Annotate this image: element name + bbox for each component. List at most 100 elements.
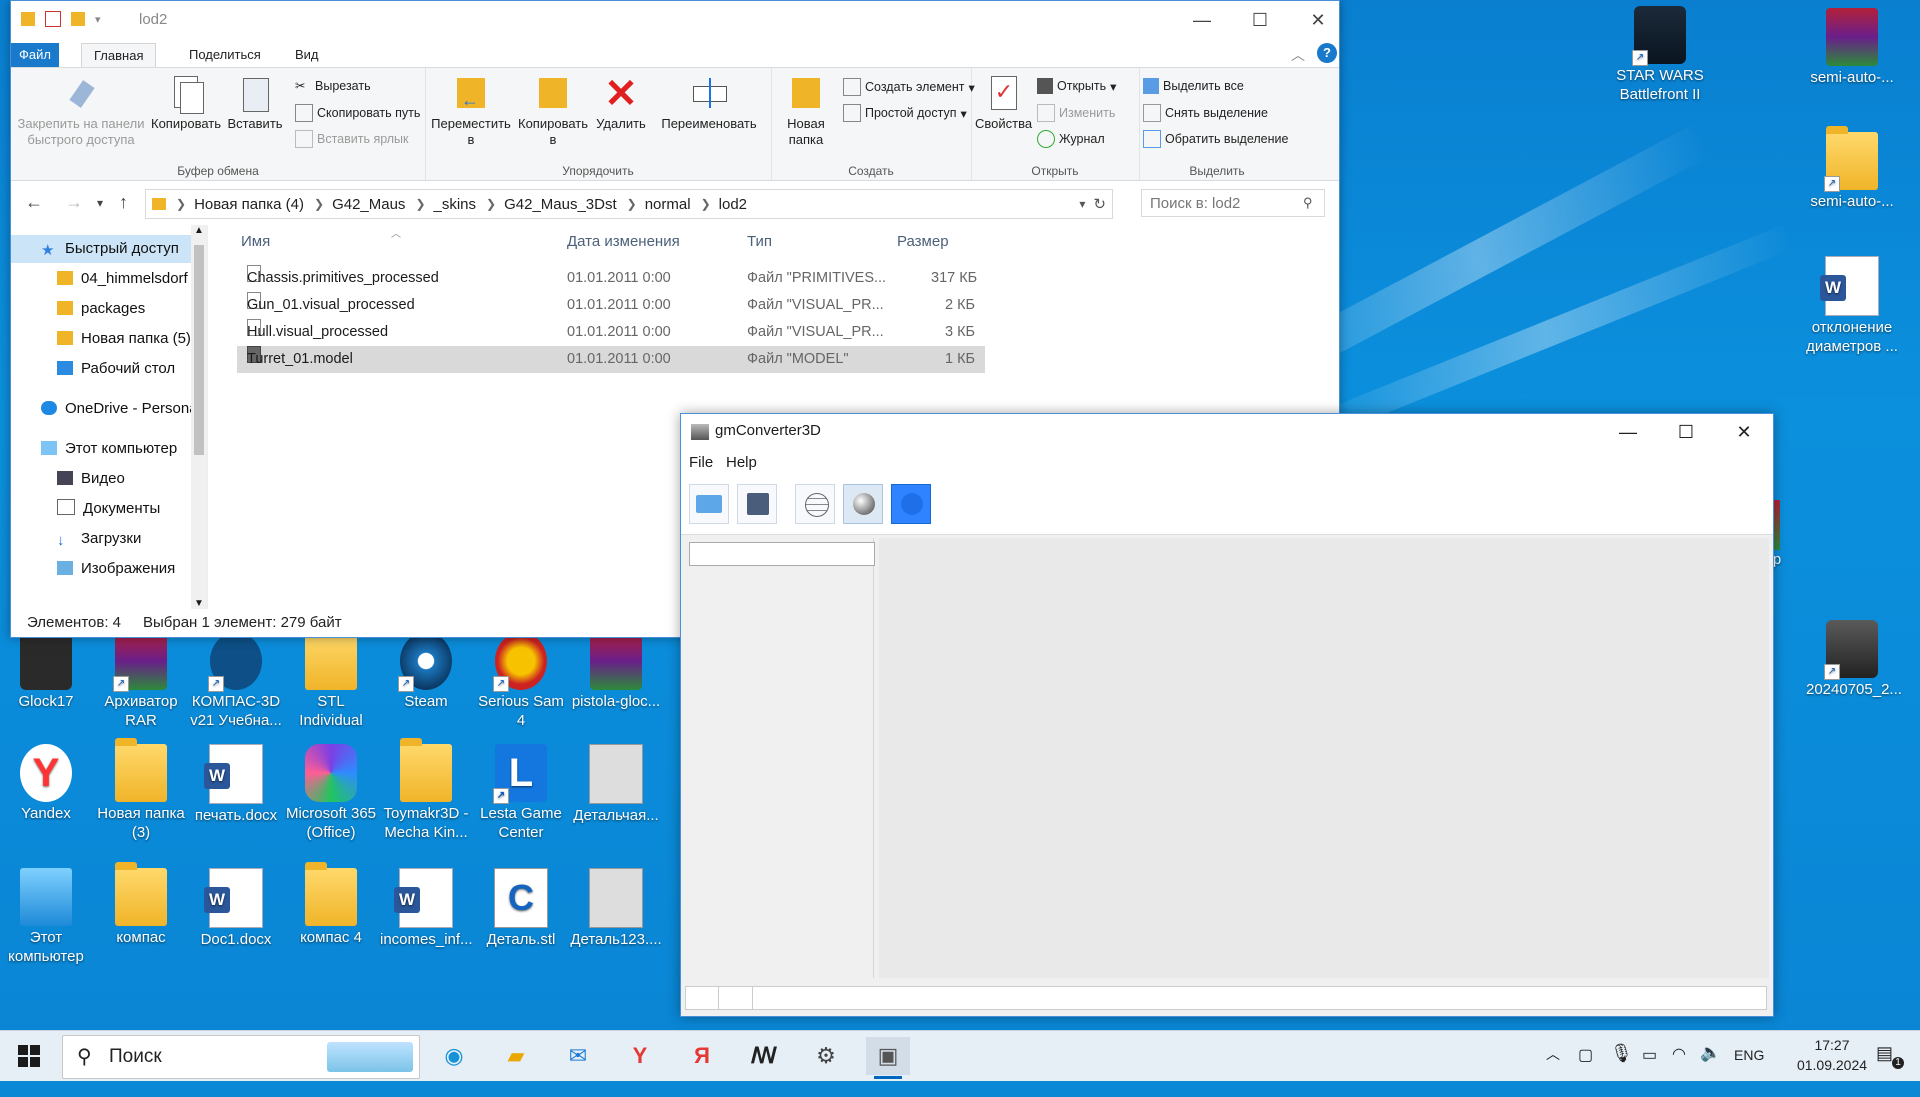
column-header-size[interactable]: Размер: [897, 233, 949, 250]
help-icon[interactable]: ?: [1317, 43, 1337, 63]
desktop-icon-semi-auto-shortcut[interactable]: ↗ semi-auto-...: [1806, 126, 1898, 211]
nav-this-pc[interactable]: Этот компьютер: [11, 435, 207, 463]
tab-share[interactable]: Поделиться: [177, 43, 273, 67]
column-header-type[interactable]: Тип: [747, 233, 772, 250]
nav-04-himmelsdorf[interactable]: 04_himmelsdorf: [11, 265, 207, 293]
column-header-date[interactable]: Дата изменения: [567, 233, 680, 250]
history-button[interactable]: Журнал: [1037, 130, 1105, 148]
desktop-icon-stl-individual[interactable]: STL Individual: [285, 626, 377, 730]
desktop-icon-print-docx[interactable]: печать.docx: [190, 744, 282, 825]
desktop-icon-star-wars[interactable]: ↗ STAR WARS Battlefront II: [1614, 6, 1706, 104]
nav-onedrive[interactable]: OneDrive - Personal: [11, 395, 207, 423]
battery-icon[interactable]: ▭: [1642, 1045, 1657, 1095]
scroll-down-icon[interactable]: ▼: [194, 598, 204, 609]
nav-quick-access[interactable]: ★ Быстрый доступ: [11, 235, 207, 263]
recent-locations-chevron-icon[interactable]: ▾: [97, 196, 103, 210]
3d-viewport[interactable]: [879, 538, 1769, 978]
desktop-icon-incomes[interactable]: incomes_inf...: [380, 868, 473, 949]
settings-gear-icon[interactable]: ⚙: [804, 1037, 848, 1075]
volume-icon[interactable]: 🔈: [1700, 1043, 1721, 1093]
open-file-button[interactable]: [689, 484, 729, 524]
nav-downloads[interactable]: ↓ Загрузки: [11, 525, 207, 553]
breadcrumb-skins[interactable]: _skins: [434, 196, 477, 213]
open-button[interactable]: Открыть ▾: [1037, 78, 1116, 94]
select-all-button[interactable]: Выделить все: [1143, 78, 1244, 94]
file-row[interactable]: Chassis.primitives_processed 01.01.2011 …: [237, 265, 985, 292]
up-arrow-icon[interactable]: ↑: [119, 192, 128, 213]
desktop-icon-serious-sam[interactable]: ↗ Serious Sam 4: [475, 632, 567, 730]
desktop-icon-detal-stl[interactable]: C Деталь.stl: [475, 868, 567, 949]
easy-access-button[interactable]: Простой доступ ▾: [843, 104, 967, 122]
object-filter-input[interactable]: [689, 542, 875, 566]
invert-selection-button[interactable]: Обратить выделение: [1143, 130, 1288, 148]
copy-to-button[interactable]: Копировать в: [515, 74, 591, 148]
new-item-button[interactable]: Создать элемент ▾: [843, 78, 975, 96]
nav-desktop[interactable]: Рабочий стол: [11, 355, 207, 383]
select-none-button[interactable]: Снять выделение: [1143, 104, 1268, 122]
wifi-icon[interactable]: ◠: [1672, 1044, 1686, 1094]
rename-button[interactable]: Переименовать: [653, 74, 765, 132]
file-row-selected[interactable]: Turret_01.model 01.01.2011 0:00 Файл "MO…: [237, 346, 985, 373]
kompas-taskbar-icon[interactable]: ꟿ: [742, 1037, 786, 1075]
nav-scrollbar[interactable]: ▲ ▼: [191, 225, 207, 609]
copy-path-button[interactable]: Скопировать путь: [295, 104, 420, 122]
delete-button[interactable]: ✕ Удалить: [593, 74, 649, 132]
desktop-icon-20240705[interactable]: ↗ 20240705_2...: [1806, 620, 1902, 699]
edge-icon[interactable]: ◉: [432, 1037, 476, 1075]
shaded-button[interactable]: [843, 484, 883, 524]
gmconverter-taskbar-icon[interactable]: ▣: [866, 1037, 910, 1079]
move-to-button[interactable]: ← Переместить в: [431, 74, 511, 148]
breadcrumb-normal[interactable]: normal: [645, 196, 691, 213]
color-button[interactable]: [891, 484, 931, 524]
new-folder-button[interactable]: Новая папка: [775, 74, 837, 148]
nav-videos[interactable]: Видео: [11, 465, 207, 493]
tab-home[interactable]: Главная: [81, 43, 157, 68]
close-button[interactable]: ✕: [1289, 1, 1347, 39]
minimize-button[interactable]: —: [1173, 1, 1231, 39]
desktop-icon-kompas-folder[interactable]: компас: [95, 862, 187, 947]
nav-documents[interactable]: Документы: [11, 495, 207, 523]
desktop-icon-pistola[interactable]: pistola-gloc...: [570, 632, 662, 711]
column-header-name[interactable]: Имя: [241, 233, 270, 250]
desktop-icon-new-folder-3[interactable]: Новая папка (3): [95, 738, 187, 842]
language-indicator[interactable]: ENG: [1734, 1047, 1764, 1097]
desktop-icon-microsoft-365[interactable]: Microsoft 365 (Office): [285, 744, 377, 842]
desktop-icon-toymakr[interactable]: Toymakr3D - Mecha Kin...: [380, 738, 472, 842]
minimize-button[interactable]: —: [1599, 414, 1657, 450]
desktop-icon-yandex[interactable]: Y Yandex: [0, 744, 92, 823]
desktop-icon-detal123[interactable]: Деталь123....: [570, 868, 662, 949]
mail-icon[interactable]: ✉: [556, 1037, 600, 1075]
desktop-icon-semi-auto-rar[interactable]: semi-auto-...: [1806, 8, 1898, 87]
windows-start-icon[interactable]: [18, 1045, 40, 1067]
close-button[interactable]: ✕: [1715, 414, 1773, 450]
maximize-button[interactable]: ☐: [1657, 414, 1715, 450]
properties-icon[interactable]: [45, 11, 61, 27]
breadcrumb-g42-maus[interactable]: G42_Maus: [332, 196, 405, 213]
chevron-up-icon[interactable]: ︿: [1291, 45, 1305, 65]
yandex-browser-icon[interactable]: Y: [618, 1037, 662, 1075]
chevron-down-icon[interactable]: ▾: [95, 13, 101, 26]
file-explorer-icon[interactable]: ▰: [494, 1037, 538, 1075]
desktop-icon-lesta[interactable]: L ↗ Lesta Game Center: [475, 744, 567, 842]
desktop-icon-kompas[interactable]: ↗ КОМПАС-3D v21 Учебна...: [190, 632, 282, 730]
notification-center-icon[interactable]: ▤: [1876, 1043, 1893, 1093]
desktop-icon-deviation-doc[interactable]: отклонение диаметров ...: [1806, 256, 1898, 356]
forward-arrow-icon[interactable]: →: [65, 192, 83, 213]
nav-new-folder-5[interactable]: Новая папка (5): [11, 325, 207, 353]
scrollbar-thumb[interactable]: [194, 245, 204, 455]
back-arrow-icon[interactable]: ←: [25, 192, 43, 213]
address-bar[interactable]: ❯ Новая папка (4) ❯ G42_Maus ❯ _skins ❯ …: [145, 189, 1113, 219]
tab-view[interactable]: Вид: [283, 43, 331, 67]
edit-button[interactable]: Изменить: [1037, 104, 1115, 122]
scroll-up-icon[interactable]: ▲: [194, 225, 204, 236]
refresh-icon[interactable]: ↻: [1093, 195, 1106, 213]
file-row[interactable]: Hull.visual_processed 01.01.2011 0:00 Фа…: [237, 319, 985, 346]
paste-button[interactable]: Вставить: [225, 74, 285, 132]
show-hidden-icons-chevron-icon[interactable]: ︿: [1546, 1044, 1560, 1094]
microphone-icon[interactable]: 🎙: [1610, 1043, 1633, 1093]
tab-file[interactable]: Файл: [11, 43, 59, 67]
desktop-icon-doc1[interactable]: Doc1.docx: [190, 868, 282, 949]
paste-shortcut-button[interactable]: Вставить ярлык: [295, 130, 409, 148]
chevron-down-icon[interactable]: ▾: [1079, 197, 1085, 211]
maximize-button[interactable]: ☐: [1231, 1, 1289, 39]
